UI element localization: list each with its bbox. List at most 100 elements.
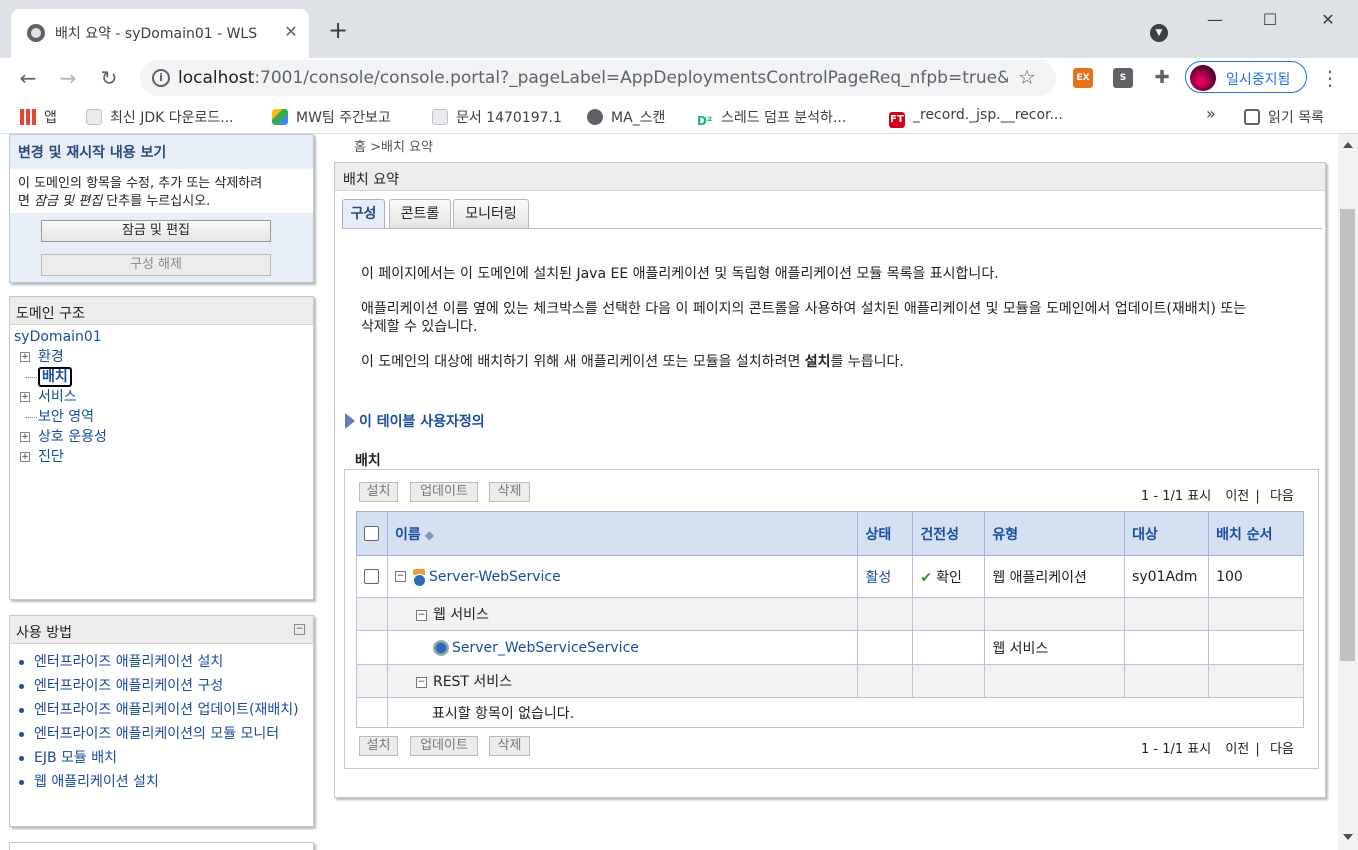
menu-kebab-icon[interactable]: ⋮: [1320, 66, 1340, 90]
bookmark-jdk[interactable]: 최신 JDK 다운로드...: [86, 107, 234, 126]
pager-next[interactable]: 다음: [1270, 742, 1294, 757]
how-to-link[interactable]: EJB 모듈 배치: [18, 750, 305, 767]
bookmark-ma-scan[interactable]: MA_스캔: [587, 107, 665, 126]
expand-icon[interactable]: +: [20, 452, 30, 462]
update-button[interactable]: 업데이트: [410, 482, 478, 502]
collapse-icon[interactable]: −: [394, 571, 406, 582]
tree-root[interactable]: syDomain01: [14, 329, 309, 345]
install-button[interactable]: 설치: [359, 482, 398, 502]
customize-table-link[interactable]: 이 테이블 사용자정의: [345, 411, 485, 431]
app-name-link[interactable]: Server-WebService: [429, 569, 561, 585]
bookmark-star-icon[interactable]: ☆: [1018, 65, 1036, 89]
breadcrumb[interactable]: 홈 >배치 요약: [354, 136, 433, 155]
tab-close-icon[interactable]: ✕: [281, 22, 301, 42]
service-name-link[interactable]: Server_WebServiceService: [452, 640, 639, 656]
profile-button[interactable]: 일시중지됨: [1185, 61, 1307, 93]
collapse-icon[interactable]: −: [415, 676, 427, 688]
browser-tab-bar: 배치 요약 - syDomain01 - WLS ✕ + ▼ — ☐ ✕: [0, 0, 1358, 58]
address-bar[interactable]: i localhost:7001/console/console.portal?…: [140, 60, 1056, 96]
expand-icon[interactable]: +: [20, 392, 30, 402]
how-to-link[interactable]: 엔터프라이즈 애플리케이션 설치: [18, 654, 305, 671]
pager-prev[interactable]: 이전: [1225, 742, 1249, 757]
tree-node-label: 진단: [38, 449, 64, 465]
new-tab-button[interactable]: +: [326, 18, 350, 42]
release-config-button[interactable]: 구성 해제: [41, 254, 271, 276]
bookmark-label: 스레드 덤프 분석하...: [721, 110, 847, 126]
col-name[interactable]: 이름 ◆: [386, 511, 859, 556]
col-state[interactable]: 상태: [857, 511, 914, 556]
minimize-icon[interactable]: —: [1200, 8, 1230, 32]
tab-control[interactable]: 콘트롤: [389, 199, 451, 228]
delete-button[interactable]: 삭제: [489, 482, 530, 502]
extension-ex-icon[interactable]: EX: [1073, 68, 1093, 88]
url-text[interactable]: localhost:7001/console/console.portal?_p…: [178, 68, 1008, 88]
bookmark-mw-report[interactable]: MW팀 주간보고: [272, 107, 391, 126]
empty-cell: [1208, 597, 1304, 631]
tree-node-label: 서비스: [38, 389, 77, 405]
empty-cell: [356, 597, 388, 631]
health-cell: ✔ 확인: [912, 555, 986, 598]
how-to-link[interactable]: 엔터프라이즈 애플리케이션 업데이트(재배치): [18, 702, 305, 719]
bookmark-thread-dump[interactable]: D² 스레드 덤프 분석하...: [697, 107, 847, 129]
how-to-link[interactable]: 엔터프라이즈 애플리케이션의 모듈 모니터: [18, 726, 305, 743]
url-path: :7001/console/console.portal?_pageLabel=…: [254, 68, 1008, 88]
tree-node-label: 환경: [38, 349, 64, 365]
bookmark-record[interactable]: FT _record._jsp.__recor...: [889, 107, 1063, 128]
paragraph-text: 를 누릅니다.: [830, 354, 904, 370]
pager-prev[interactable]: 이전: [1225, 489, 1249, 504]
col-health[interactable]: 건전성: [912, 511, 986, 556]
reload-icon[interactable]: ↻: [95, 64, 123, 92]
change-center-title[interactable]: 변경 및 재시작 내용 보기: [18, 142, 166, 162]
empty-cell: [356, 697, 388, 728]
pager-next[interactable]: 다음: [1270, 489, 1294, 504]
domain-structure-panel: 도메인 구조 syDomain01 + 환경 배치 + 서비스 보안 영역 + 상호 …: [9, 296, 314, 600]
how-to-link[interactable]: 엔터프라이즈 애플리케이션 구성: [18, 678, 305, 695]
col-target[interactable]: 대상: [1124, 511, 1210, 556]
sort-ascending-icon[interactable]: ◆: [425, 528, 434, 542]
collapse-icon[interactable]: −: [415, 609, 427, 621]
globe-icon: [587, 109, 603, 125]
install-button-bottom[interactable]: 설치: [359, 736, 398, 756]
expand-icon[interactable]: +: [20, 352, 30, 362]
scroll-thumb[interactable]: [1340, 209, 1355, 661]
how-to-link[interactable]: 웹 애플리케이션 설치: [18, 774, 305, 791]
bookmark-doc[interactable]: 문서 1470197.1: [432, 107, 562, 126]
scroll-up-icon[interactable]: [1343, 142, 1353, 148]
expand-icon[interactable]: +: [20, 432, 30, 442]
browser-toolbar: ← → ↻ i localhost:7001/console/console.p…: [0, 58, 1358, 98]
scroll-down-icon[interactable]: [1343, 834, 1353, 840]
tree-node-services[interactable]: + 서비스: [14, 387, 309, 407]
col-deploy-order[interactable]: 배치 순서: [1208, 511, 1304, 556]
page-scrollbar[interactable]: [1338, 134, 1358, 850]
maximize-icon[interactable]: ☐: [1255, 8, 1285, 32]
update-button-bottom[interactable]: 업데이트: [410, 736, 478, 756]
forward-icon[interactable]: →: [54, 64, 82, 92]
browser-tab[interactable]: 배치 요약 - syDomain01 - WLS ✕: [11, 9, 309, 58]
table-row: − 웹 서비스: [356, 597, 1304, 631]
bookmark-apps[interactable]: 앱: [20, 107, 57, 126]
row-checkbox[interactable]: [364, 569, 380, 584]
webservice-icon: [431, 638, 450, 657]
extension-s-icon[interactable]: S: [1113, 68, 1133, 88]
install-hint-paragraph: 이 도메인의 대상에 배치하기 위해 새 애플리케이션 또는 모듈을 설치하려면…: [361, 353, 1311, 371]
site-info-icon[interactable]: i: [152, 69, 170, 87]
profile-label: 일시중지됨: [1226, 72, 1291, 88]
collapse-icon[interactable]: −: [294, 624, 305, 635]
col-type[interactable]: 유형: [984, 511, 1126, 556]
delete-button-bottom[interactable]: 삭제: [489, 736, 530, 756]
tab-monitoring[interactable]: 모니터링: [453, 199, 529, 228]
lock-and-edit-button[interactable]: 잠금 및 편집: [41, 220, 271, 242]
bookmarks-overflow[interactable]: »: [1206, 104, 1216, 123]
back-icon[interactable]: ←: [14, 64, 42, 92]
tree-node-interoperability[interactable]: + 상호 운용성: [14, 427, 309, 447]
tree-node-deployments[interactable]: 배치: [14, 367, 309, 387]
tab-search-icon[interactable]: ▼: [1150, 24, 1168, 42]
tree-node-environment[interactable]: + 환경: [14, 347, 309, 367]
reading-list[interactable]: 읽기 목록: [1244, 107, 1324, 126]
tree-node-diagnostics[interactable]: + 진단: [14, 447, 309, 467]
tree-node-security-realms[interactable]: 보안 영역: [14, 407, 309, 427]
select-all-checkbox[interactable]: [364, 526, 380, 541]
window-close-icon[interactable]: ✕: [1313, 8, 1343, 32]
tab-configuration[interactable]: 구성: [342, 199, 385, 229]
extensions-puzzle-icon[interactable]: ✚: [1148, 64, 1176, 92]
